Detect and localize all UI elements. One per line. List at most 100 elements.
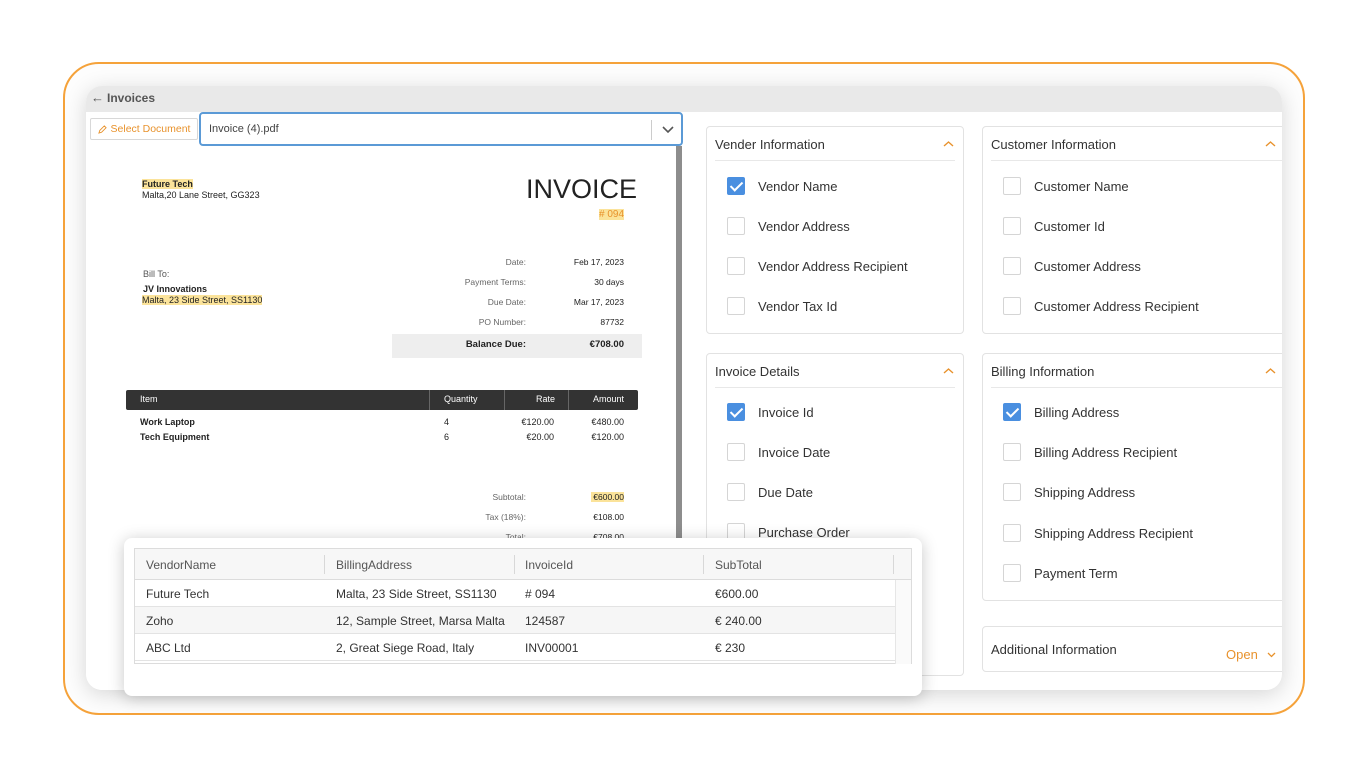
chevron-down-icon[interactable] <box>660 121 676 137</box>
checkbox[interactable] <box>1003 257 1021 275</box>
customer-name-option[interactable]: Customer Name <box>1003 176 1129 196</box>
customer-address-recipient-option[interactable]: Customer Address Recipient <box>1003 296 1199 316</box>
chevron-up-icon[interactable] <box>1265 367 1276 375</box>
cell-billing-address: 12, Sample Street, Marsa Malta <box>336 614 505 628</box>
option-label: Shipping Address Recipient <box>1034 525 1193 541</box>
chevron-up-icon[interactable] <box>1265 140 1276 148</box>
invoice-id-option[interactable]: Invoice Id <box>727 402 814 422</box>
vendor-name-option[interactable]: Vendor Name <box>727 176 838 196</box>
billing-address-recipient-option[interactable]: Billing Address Recipient <box>1003 442 1177 462</box>
cell-billing-address: Malta, 23 Side Street, SS1130 <box>336 587 497 601</box>
items-header-amount: Amount <box>593 394 625 404</box>
checkbox[interactable] <box>1003 564 1021 582</box>
bill-to-customer: JV Innovations <box>143 284 208 294</box>
vendor-card-title: Vender Information <box>715 137 825 152</box>
bill-to-address: Malta, 23 Side Street, SS1130 <box>142 295 263 305</box>
billing-card-title: Billing Information <box>991 364 1095 379</box>
vendor-address-recipient-option[interactable]: Vendor Address Recipient <box>727 256 908 276</box>
cell-invoice-id: 124587 <box>525 614 566 628</box>
invoice-heading: INVOICE <box>526 174 638 204</box>
checkbox[interactable] <box>727 297 745 315</box>
meta-label: Date: <box>505 257 526 267</box>
open-link[interactable]: Open <box>1226 647 1258 662</box>
cell-subtotal: € 230 <box>715 641 746 655</box>
file-select-dropdown[interactable]: Invoice (4).pdf <box>199 112 683 146</box>
column-separator <box>893 555 894 574</box>
title-bar: ← Invoices <box>86 86 1282 112</box>
results-table: VendorName BillingAddress InvoiceId SubT… <box>134 548 912 664</box>
checkbox[interactable] <box>727 443 745 461</box>
items-header-quantity: Quantity <box>444 394 478 404</box>
column-header-subtotal[interactable]: SubTotal <box>715 558 762 572</box>
table-scrollbar[interactable] <box>895 580 911 664</box>
items-header-item: Item <box>140 394 158 404</box>
shipping-address-option[interactable]: Shipping Address <box>1003 482 1135 502</box>
option-label: Customer Address Recipient <box>1034 298 1199 314</box>
billing-information-card: Billing Information Billing Address Bill… <box>982 353 1282 601</box>
cell-billing-address: 2, Great Siege Road, Italy <box>336 641 475 655</box>
option-label: Invoice Date <box>758 444 831 460</box>
option-label: Vendor Address <box>758 218 850 234</box>
option-label: Invoice Id <box>758 404 814 420</box>
additional-card-title: Additional Information <box>991 642 1117 657</box>
cell-vendor-name: ABC Ltd <box>146 641 191 655</box>
table-row[interactable]: Zoho 12, Sample Street, Marsa Malta 1245… <box>135 607 895 634</box>
select-document-button[interactable]: Select Document <box>90 118 198 140</box>
chevron-up-icon[interactable] <box>943 140 954 148</box>
option-label: Payment Term <box>1034 565 1118 581</box>
checkbox-checked[interactable] <box>1003 403 1021 421</box>
vendor-address-option[interactable]: Vendor Address <box>727 216 850 236</box>
chevron-up-icon[interactable] <box>943 367 954 375</box>
chevron-down-icon[interactable] <box>1267 651 1276 658</box>
shipping-address-recipient-option[interactable]: Shipping Address Recipient <box>1003 523 1193 543</box>
items-header-rate: Rate <box>536 394 556 404</box>
item-rate: €20.00 <box>526 432 554 442</box>
meta-value: 87732 <box>600 317 624 327</box>
option-label: Vendor Address Recipient <box>758 258 908 274</box>
checkbox[interactable] <box>1003 217 1021 235</box>
items-table-header: Item Quantity Rate Amount <box>126 390 638 410</box>
customer-address-option[interactable]: Customer Address <box>1003 256 1141 276</box>
payment-term-option[interactable]: Payment Term <box>1003 563 1118 583</box>
back-arrow-icon[interactable]: ← <box>91 90 104 105</box>
option-label: Customer Address <box>1034 258 1141 274</box>
checkbox-checked[interactable] <box>727 403 745 421</box>
checkbox[interactable] <box>727 217 745 235</box>
item-rate: €120.00 <box>521 417 554 427</box>
billing-address-option[interactable]: Billing Address <box>1003 402 1119 422</box>
option-label: Customer Name <box>1034 178 1129 194</box>
invoice-vendor-address: Malta,20 Lane Street, GG323 <box>142 190 260 200</box>
item-quantity: 4 <box>444 417 450 427</box>
card-divider <box>715 387 955 388</box>
customer-id-option[interactable]: Customer Id <box>1003 216 1105 236</box>
due-date-option[interactable]: Due Date <box>727 482 813 502</box>
column-header-invoice-id[interactable]: InvoiceId <box>525 558 573 572</box>
table-row[interactable]: ABC Ltd 2, Great Siege Road, Italy INV00… <box>135 634 895 661</box>
cell-vendor-name: Zoho <box>146 614 174 628</box>
customer-information-card: Customer Information Customer Name Custo… <box>982 126 1282 334</box>
balance-due-value: €708.00 <box>589 339 624 350</box>
checkbox[interactable] <box>1003 524 1021 542</box>
option-label: Customer Id <box>1034 218 1105 234</box>
checkbox[interactable] <box>1003 443 1021 461</box>
invoice-date-option[interactable]: Invoice Date <box>727 442 830 462</box>
header-separator <box>429 390 430 410</box>
checkbox[interactable] <box>1003 297 1021 315</box>
column-header-billing-address[interactable]: BillingAddress <box>336 558 412 572</box>
pencil-icon <box>97 124 107 134</box>
checkbox-checked[interactable] <box>727 177 745 195</box>
checkbox[interactable] <box>1003 483 1021 501</box>
vendor-tax-id-option[interactable]: Vendor Tax Id <box>727 296 837 316</box>
subtotal-value: €600.00 <box>591 492 624 502</box>
meta-label: Due Date: <box>487 297 526 307</box>
checkbox[interactable] <box>727 257 745 275</box>
option-label: Billing Address <box>1034 404 1120 420</box>
checkbox[interactable] <box>1003 177 1021 195</box>
table-row[interactable]: Future Tech Malta, 23 Side Street, SS113… <box>135 580 895 607</box>
tax-label: Tax (18%): <box>485 512 526 522</box>
additional-information-card[interactable]: Additional Information Open <box>982 626 1282 672</box>
column-header-vendor-name[interactable]: VendorName <box>146 558 216 572</box>
checkbox[interactable] <box>727 483 745 501</box>
results-table-panel: VendorName BillingAddress InvoiceId SubT… <box>124 538 922 696</box>
page-title: Invoices <box>107 91 156 105</box>
